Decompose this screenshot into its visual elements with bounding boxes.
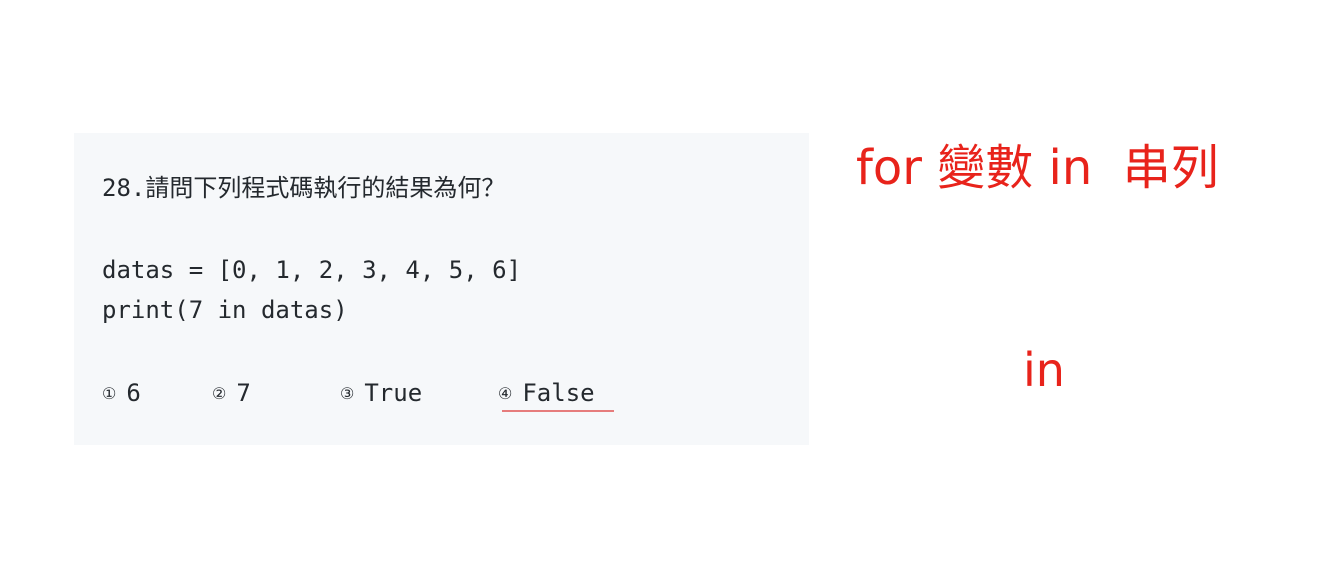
option-value: True: [364, 379, 423, 407]
option-marker: ④: [498, 384, 513, 403]
annotation-for-loop: for 變數 in 串列: [856, 140, 1219, 196]
code-line: print(7 in datas): [102, 296, 348, 324]
annotation-in: in: [1023, 343, 1065, 397]
question-text: 28.請問下列程式碼執行的結果為何？: [102, 174, 506, 202]
option-1: ①6: [102, 378, 141, 409]
option-value: 6: [126, 379, 141, 407]
option-4: ④ False: [498, 378, 595, 409]
option-2: ②7: [212, 378, 251, 409]
option-marker: ②: [212, 384, 227, 403]
option-value: False: [522, 379, 595, 407]
option-marker: ③: [340, 384, 355, 403]
question-panel: 28.請問下列程式碼執行的結果為何？ datas = [0, 1, 2, 3, …: [74, 133, 809, 445]
answer-underline: [502, 410, 614, 412]
option-value: 7: [236, 379, 251, 407]
option-3: ③ True: [340, 378, 422, 409]
code-line: datas = [0, 1, 2, 3, 4, 5, 6]: [102, 256, 522, 284]
option-marker: ①: [102, 384, 117, 403]
